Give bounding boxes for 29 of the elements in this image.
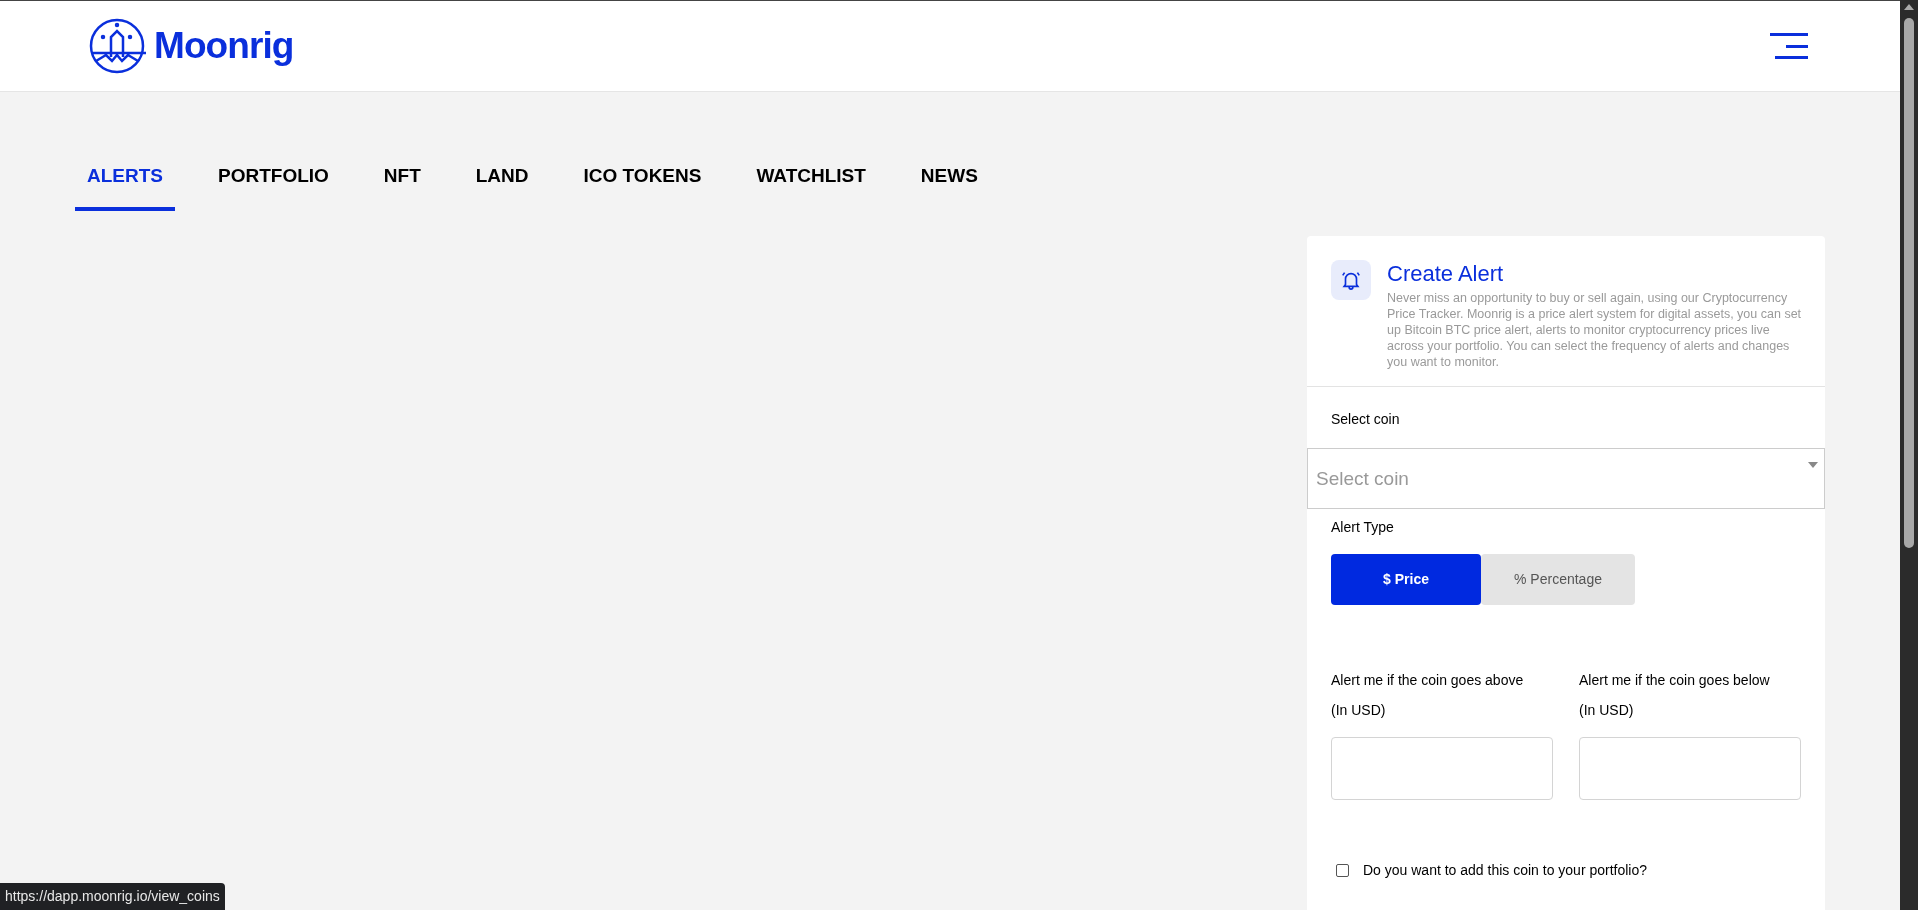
unit-label: (In USD) — [1579, 701, 1634, 720]
logo-text: Moonrig — [154, 24, 294, 69]
alert-type-toggle[interactable]: % Percentage — [1481, 554, 1635, 605]
menu-icon[interactable] — [1770, 33, 1808, 59]
coin-select[interactable]: Select coin — [1307, 448, 1825, 509]
price-input[interactable] — [1331, 737, 1553, 800]
field-label: Alert Type — [1331, 518, 1394, 537]
nav-tab[interactable]: PORTFOLIO — [206, 162, 341, 211]
field-label: Alert me if the coin goes below — [1579, 671, 1770, 690]
nav-tab[interactable]: NEWS — [908, 162, 990, 211]
nav-tab[interactable]: WATCHLIST — [744, 162, 878, 211]
field-label: Select coin — [1330, 410, 1401, 429]
card-description: Never miss an opportunity to buy or sell again, using our Cryptocurrency Price Tracker. Moonrig is a price alert system for digital assets, you can set up Bitcoin BTC price alert, alerts to monitor cryptocurrency prices live across your portfolio. You can select the frequency of alerts and changes you want to monitor. — [1387, 290, 1802, 370]
scrollbar[interactable] — [1900, 0, 1918, 910]
nav-tab[interactable]: NFT — [371, 162, 433, 211]
card-title: Create Alert — [1387, 260, 1505, 288]
nav-tab[interactable]: ALERTS — [75, 162, 175, 211]
nav-tab[interactable]: LAND — [463, 162, 541, 211]
unit-label: (In USD) — [1331, 701, 1386, 720]
dropdown-caret-icon — [1808, 462, 1818, 468]
field-label: Alert me if the coin goes above — [1331, 671, 1524, 690]
status-url: https://dapp.moonrig.io/view_coins — [0, 883, 225, 910]
alert-type-toggle[interactable]: $ Price — [1331, 554, 1481, 605]
nav-tab[interactable]: ICO TOKENS — [571, 162, 714, 211]
bell-icon — [1331, 260, 1371, 300]
price-input[interactable] — [1579, 737, 1801, 800]
portfolio-checkbox[interactable] — [1336, 864, 1349, 877]
logo-icon — [88, 17, 146, 75]
checkbox-label: Do you want to add this coin to your portfolio? — [1363, 861, 1648, 880]
